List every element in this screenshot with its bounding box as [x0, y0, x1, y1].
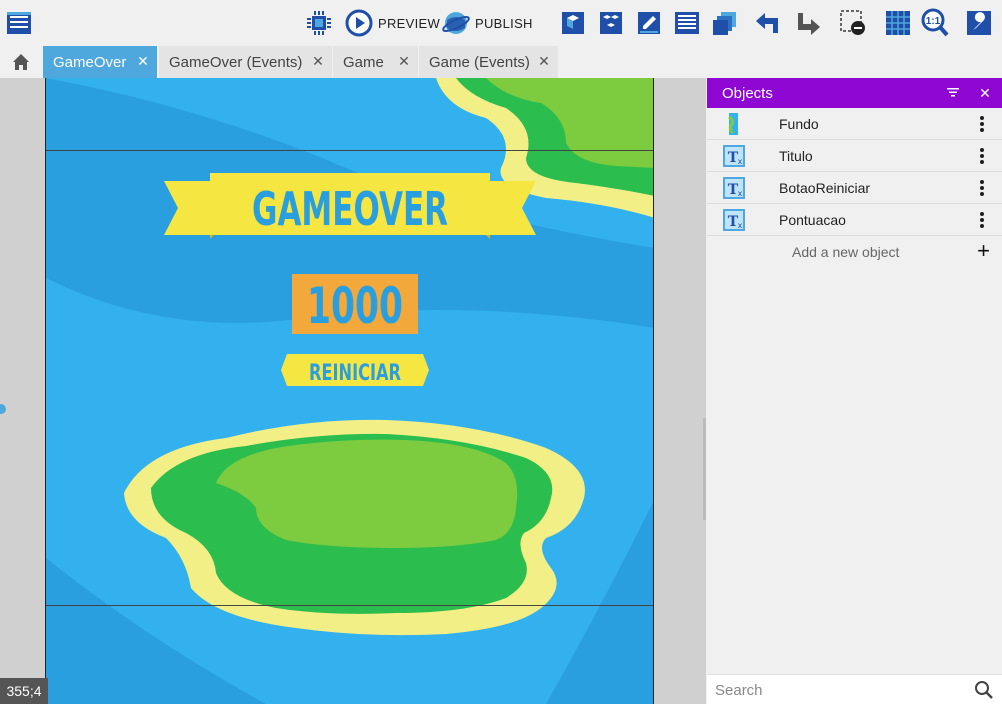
publish-button[interactable]: PUBLISH — [441, 7, 533, 39]
object-name: Titulo — [779, 148, 813, 164]
window-mask-icon — [838, 8, 868, 38]
object-name: BotaoReiniciar — [779, 180, 871, 196]
svg-text:x: x — [738, 157, 743, 166]
tab-label: Game — [343, 53, 384, 71]
close-icon[interactable]: ✕ — [977, 85, 993, 101]
add-object-button[interactable]: Add a new object + — [707, 236, 1002, 268]
tab-label: Game (Events) — [429, 53, 530, 71]
globe-icon — [441, 8, 471, 38]
close-icon[interactable]: ✕ — [135, 53, 151, 69]
redo-button[interactable] — [792, 7, 822, 39]
list-item[interactable]: Tx Titulo — [707, 140, 1002, 172]
cursor-position-readout: 355;4 — [0, 678, 48, 704]
resize-handle[interactable] — [0, 404, 6, 414]
publish-label: PUBLISH — [475, 15, 533, 31]
scene-boundary-top — [46, 150, 653, 151]
wrench-icon — [964, 8, 994, 38]
tab-gameover-events[interactable]: GameOver (Events) ✕ — [159, 46, 333, 78]
objects-panel: Objects ✕ Fundo Tx Titulo Tx BotaoReinic… — [707, 78, 1002, 704]
more-options-icon[interactable] — [974, 114, 990, 134]
redo-icon — [792, 8, 822, 38]
close-icon[interactable]: ✕ — [536, 53, 552, 69]
panel-title: Objects — [722, 84, 773, 102]
search-bar — [707, 674, 1002, 704]
scene-editor[interactable]: GAMEOVER 1000 REINICIAR 355;4 — [0, 78, 706, 704]
more-options-icon[interactable] — [974, 178, 990, 198]
grid-icon — [883, 8, 913, 38]
debugger-button[interactable] — [304, 7, 334, 39]
editor-tab-bar: GameOver ✕ GameOver (Events) ✕ Game ✕ Ga… — [0, 46, 1002, 78]
svg-text:x: x — [738, 189, 743, 198]
object-name: Pontuacao — [779, 212, 846, 228]
close-icon[interactable]: ✕ — [310, 53, 326, 69]
fundo-background[interactable] — [46, 78, 654, 704]
text-object-icon: Tx — [723, 177, 745, 199]
open-object-editor-button[interactable] — [558, 7, 588, 39]
text-object-icon: Tx — [723, 209, 745, 231]
scene-properties-button[interactable] — [964, 7, 994, 39]
undo-button[interactable] — [754, 7, 784, 39]
list-item[interactable]: Tx BotaoReiniciar — [707, 172, 1002, 204]
search-input[interactable] — [715, 679, 965, 701]
undo-icon — [754, 8, 784, 38]
tab-label: GameOver (Events) — [169, 53, 303, 71]
titulo-object[interactable]: GAMEOVER — [164, 173, 536, 241]
more-options-icon[interactable] — [974, 146, 990, 166]
cubes-group-icon — [596, 8, 626, 38]
filter-icon[interactable] — [945, 85, 961, 101]
toggle-grid-button[interactable] — [883, 7, 913, 39]
panel-splitter[interactable] — [703, 418, 706, 520]
layers-icon — [710, 8, 740, 38]
svg-text:1:1: 1:1 — [926, 16, 941, 27]
text-object-icon: Tx — [723, 145, 745, 167]
plus-icon[interactable]: + — [977, 240, 990, 262]
objects-panel-header: Objects ✕ — [707, 78, 1002, 108]
home-icon — [13, 54, 29, 70]
layers-list-button[interactable] — [672, 7, 702, 39]
preview-button[interactable]: PREVIEW — [344, 7, 440, 39]
titulo-text: GAMEOVER — [252, 182, 448, 236]
zoom-button[interactable]: 1:1 — [920, 7, 950, 39]
sprite-icon — [728, 113, 738, 135]
list-icon — [672, 8, 702, 38]
pontuacao-object[interactable]: 1000 — [292, 274, 418, 334]
pontuacao-text: 1000 — [307, 277, 403, 332]
zoom-reset-icon: 1:1 — [920, 8, 950, 38]
tab-gameover[interactable]: GameOver ✕ — [43, 46, 158, 78]
close-icon[interactable]: ✕ — [396, 53, 412, 69]
toolbar: PREVIEW PUBLISH 1:1 — [0, 0, 1002, 46]
botaoreiniciar-text: REINICIAR — [309, 361, 401, 386]
scene-canvas[interactable]: GAMEOVER 1000 REINICIAR — [45, 78, 654, 704]
project-manager-button[interactable] — [4, 7, 34, 39]
play-icon — [344, 8, 374, 38]
layers-button[interactable] — [710, 7, 740, 39]
svg-text:x: x — [738, 221, 743, 230]
object-name: Fundo — [779, 116, 819, 132]
list-item[interactable]: Tx Pontuacao — [707, 204, 1002, 236]
botaoreiniciar-object[interactable]: REINICIAR — [281, 354, 429, 386]
more-options-icon[interactable] — [974, 210, 990, 230]
tab-game-events[interactable]: Game (Events) ✕ — [419, 46, 559, 78]
scene-boundary-bottom — [46, 605, 653, 606]
chip-icon — [304, 8, 334, 38]
add-object-label: Add a new object — [792, 244, 900, 260]
search-icon[interactable] — [974, 680, 994, 700]
toggle-window-mask-button[interactable] — [838, 7, 868, 39]
list-item[interactable]: Fundo — [707, 108, 1002, 140]
project-list-icon — [4, 8, 34, 38]
properties-button[interactable] — [634, 7, 664, 39]
object-groups-button[interactable] — [596, 7, 626, 39]
preview-label: PREVIEW — [378, 15, 441, 31]
cube-icon — [558, 8, 588, 38]
pencil-icon — [634, 8, 664, 38]
home-tab[interactable] — [0, 46, 42, 78]
tab-game[interactable]: Game ✕ — [333, 46, 419, 78]
tab-label: GameOver — [53, 53, 127, 71]
